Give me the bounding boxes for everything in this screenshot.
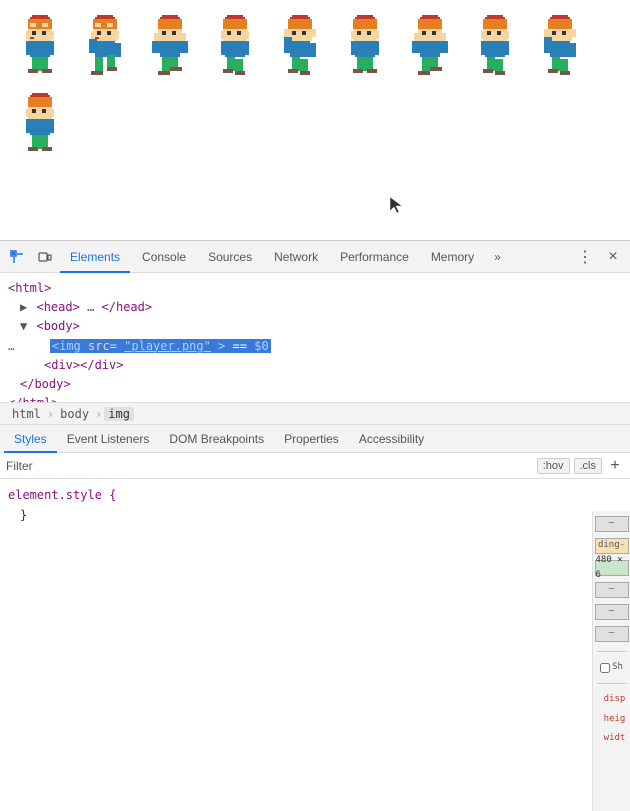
styles-tab-properties[interactable]: Properties [274, 425, 349, 453]
sprite-1 [8, 8, 73, 86]
css-prop-disp: disp [596, 692, 628, 707]
sprite-8 [463, 8, 528, 86]
add-style-button[interactable]: + [606, 457, 624, 475]
border-strip: – [595, 582, 629, 598]
tabs-overflow[interactable]: » [486, 241, 509, 273]
right-panel-divider [597, 651, 627, 652]
sprite-10 [8, 86, 73, 164]
dom-panel: <html> ▶ <head> … </head> ▼ <body> … <im… [0, 273, 630, 403]
hov-button[interactable]: :hov [537, 458, 570, 474]
sprite-2 [73, 8, 138, 86]
breadcrumb-html[interactable]: html [8, 407, 45, 421]
css-prop-widt: widt [596, 731, 628, 746]
sprite-3 [138, 8, 203, 86]
dom-line-img[interactable]: … <img src= "player.png" > == $0 [8, 337, 622, 356]
sprite-4 [203, 8, 268, 86]
breadcrumb-body[interactable]: body [56, 407, 93, 421]
styles-tab-styles[interactable]: Styles [4, 425, 57, 453]
strip-6: – [595, 626, 629, 642]
sprite-6 [333, 8, 398, 86]
dom-line-head[interactable]: ▶ <head> … </head> [8, 298, 622, 317]
strip-5: – [595, 604, 629, 620]
styles-filter-bar: Filter :hov .cls + [0, 453, 630, 479]
sprite-9 [528, 8, 593, 86]
right-panel-divider-2 [597, 683, 627, 684]
css-rule-close: } [8, 505, 622, 525]
tab-performance[interactable]: Performance [330, 241, 419, 273]
dom-expand-head[interactable]: ▶ [20, 300, 27, 314]
dom-line-div[interactable]: <div></div> [8, 356, 622, 375]
dom-selected-img: <img src= "player.png" > == $0 [50, 339, 271, 353]
css-prop-heig: heig [596, 712, 628, 727]
tab-memory[interactable]: Memory [421, 241, 484, 273]
sprite-5 [268, 8, 333, 86]
styles-tab-accessibility[interactable]: Accessibility [349, 425, 434, 453]
tab-elements[interactable]: Elements [60, 241, 130, 273]
show-checkbox[interactable] [600, 663, 610, 673]
viewport [0, 0, 630, 240]
sprite-7 [398, 8, 463, 86]
dom-line-html: <html> [8, 279, 622, 298]
styles-subtabs: Styles Event Listeners DOM Breakpoints P… [0, 425, 630, 453]
dom-line-body-close: </body> [8, 375, 622, 394]
styles-editor: element.style { } – ding- 480 × 6 – – – [0, 479, 630, 811]
sprite-grid [0, 0, 630, 172]
cls-button[interactable]: .cls [574, 458, 603, 474]
box-model-panel: – ding- 480 × 6 – – – Sh disp [592, 511, 630, 811]
breadcrumb-img[interactable]: img [104, 407, 134, 421]
tab-network[interactable]: Network [264, 241, 328, 273]
tab-sources[interactable]: Sources [198, 241, 262, 273]
cursor [390, 197, 402, 213]
dom-line-html-close: </html> [8, 394, 622, 403]
dom-line-body[interactable]: ▼ <body> [8, 317, 622, 336]
breadcrumb: html › body › img [0, 403, 630, 425]
element-picker-button[interactable] [4, 244, 30, 270]
styles-tab-event-listeners[interactable]: Event Listeners [57, 425, 160, 453]
margin-strip: – [595, 516, 629, 532]
styles-tab-dom-breakpoints[interactable]: DOM Breakpoints [159, 425, 274, 453]
devtools-settings-button[interactable]: ⋮ [572, 244, 598, 270]
devtools-panel: Elements Console Sources Network Perform… [0, 240, 630, 811]
filter-label: Filter [6, 459, 33, 473]
device-toggle-button[interactable] [32, 244, 58, 270]
content-strip: 480 × 6 [595, 560, 629, 576]
show-checkbox-label[interactable]: Sh [600, 660, 623, 675]
dom-expand-body[interactable]: ▼ [20, 319, 27, 333]
padding-strip: ding- [595, 538, 629, 554]
css-rule-element-style: element.style { [8, 485, 622, 505]
tab-console[interactable]: Console [132, 241, 196, 273]
devtools-toolbar: Elements Console Sources Network Perform… [0, 241, 630, 273]
devtools-close-button[interactable]: × [600, 244, 626, 270]
